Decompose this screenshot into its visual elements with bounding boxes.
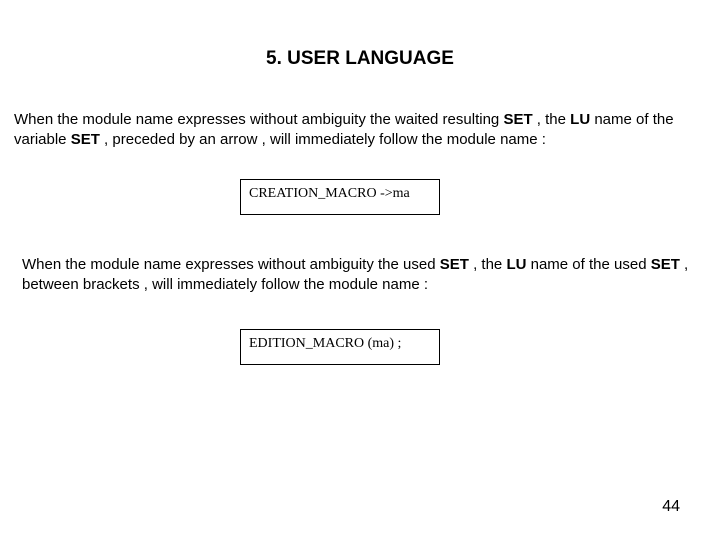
text: , the (469, 256, 507, 273)
bold-lu: LU (570, 111, 590, 128)
text: , the (533, 111, 571, 128)
bold-set: SET (651, 256, 680, 273)
bold-set: SET (503, 111, 532, 128)
bold-set: SET (71, 131, 100, 148)
text: When the module name expresses without a… (14, 111, 503, 128)
code-box-edition: EDITION_MACRO (ma) ; (240, 329, 440, 365)
paragraph-1: When the module name expresses without a… (0, 110, 720, 151)
text: When the module name expresses without a… (22, 256, 440, 273)
bold-lu: LU (506, 256, 526, 273)
page-title: 5. USER LANGUAGE (0, 0, 720, 70)
code-box-creation: CREATION_MACRO ->ma (240, 179, 440, 215)
text: , preceded by an arrow , will immediatel… (100, 131, 546, 148)
text: name of the used (526, 256, 650, 273)
bold-set: SET (440, 256, 469, 273)
paragraph-2: When the module name expresses without a… (0, 255, 720, 296)
page-number: 44 (662, 498, 680, 516)
